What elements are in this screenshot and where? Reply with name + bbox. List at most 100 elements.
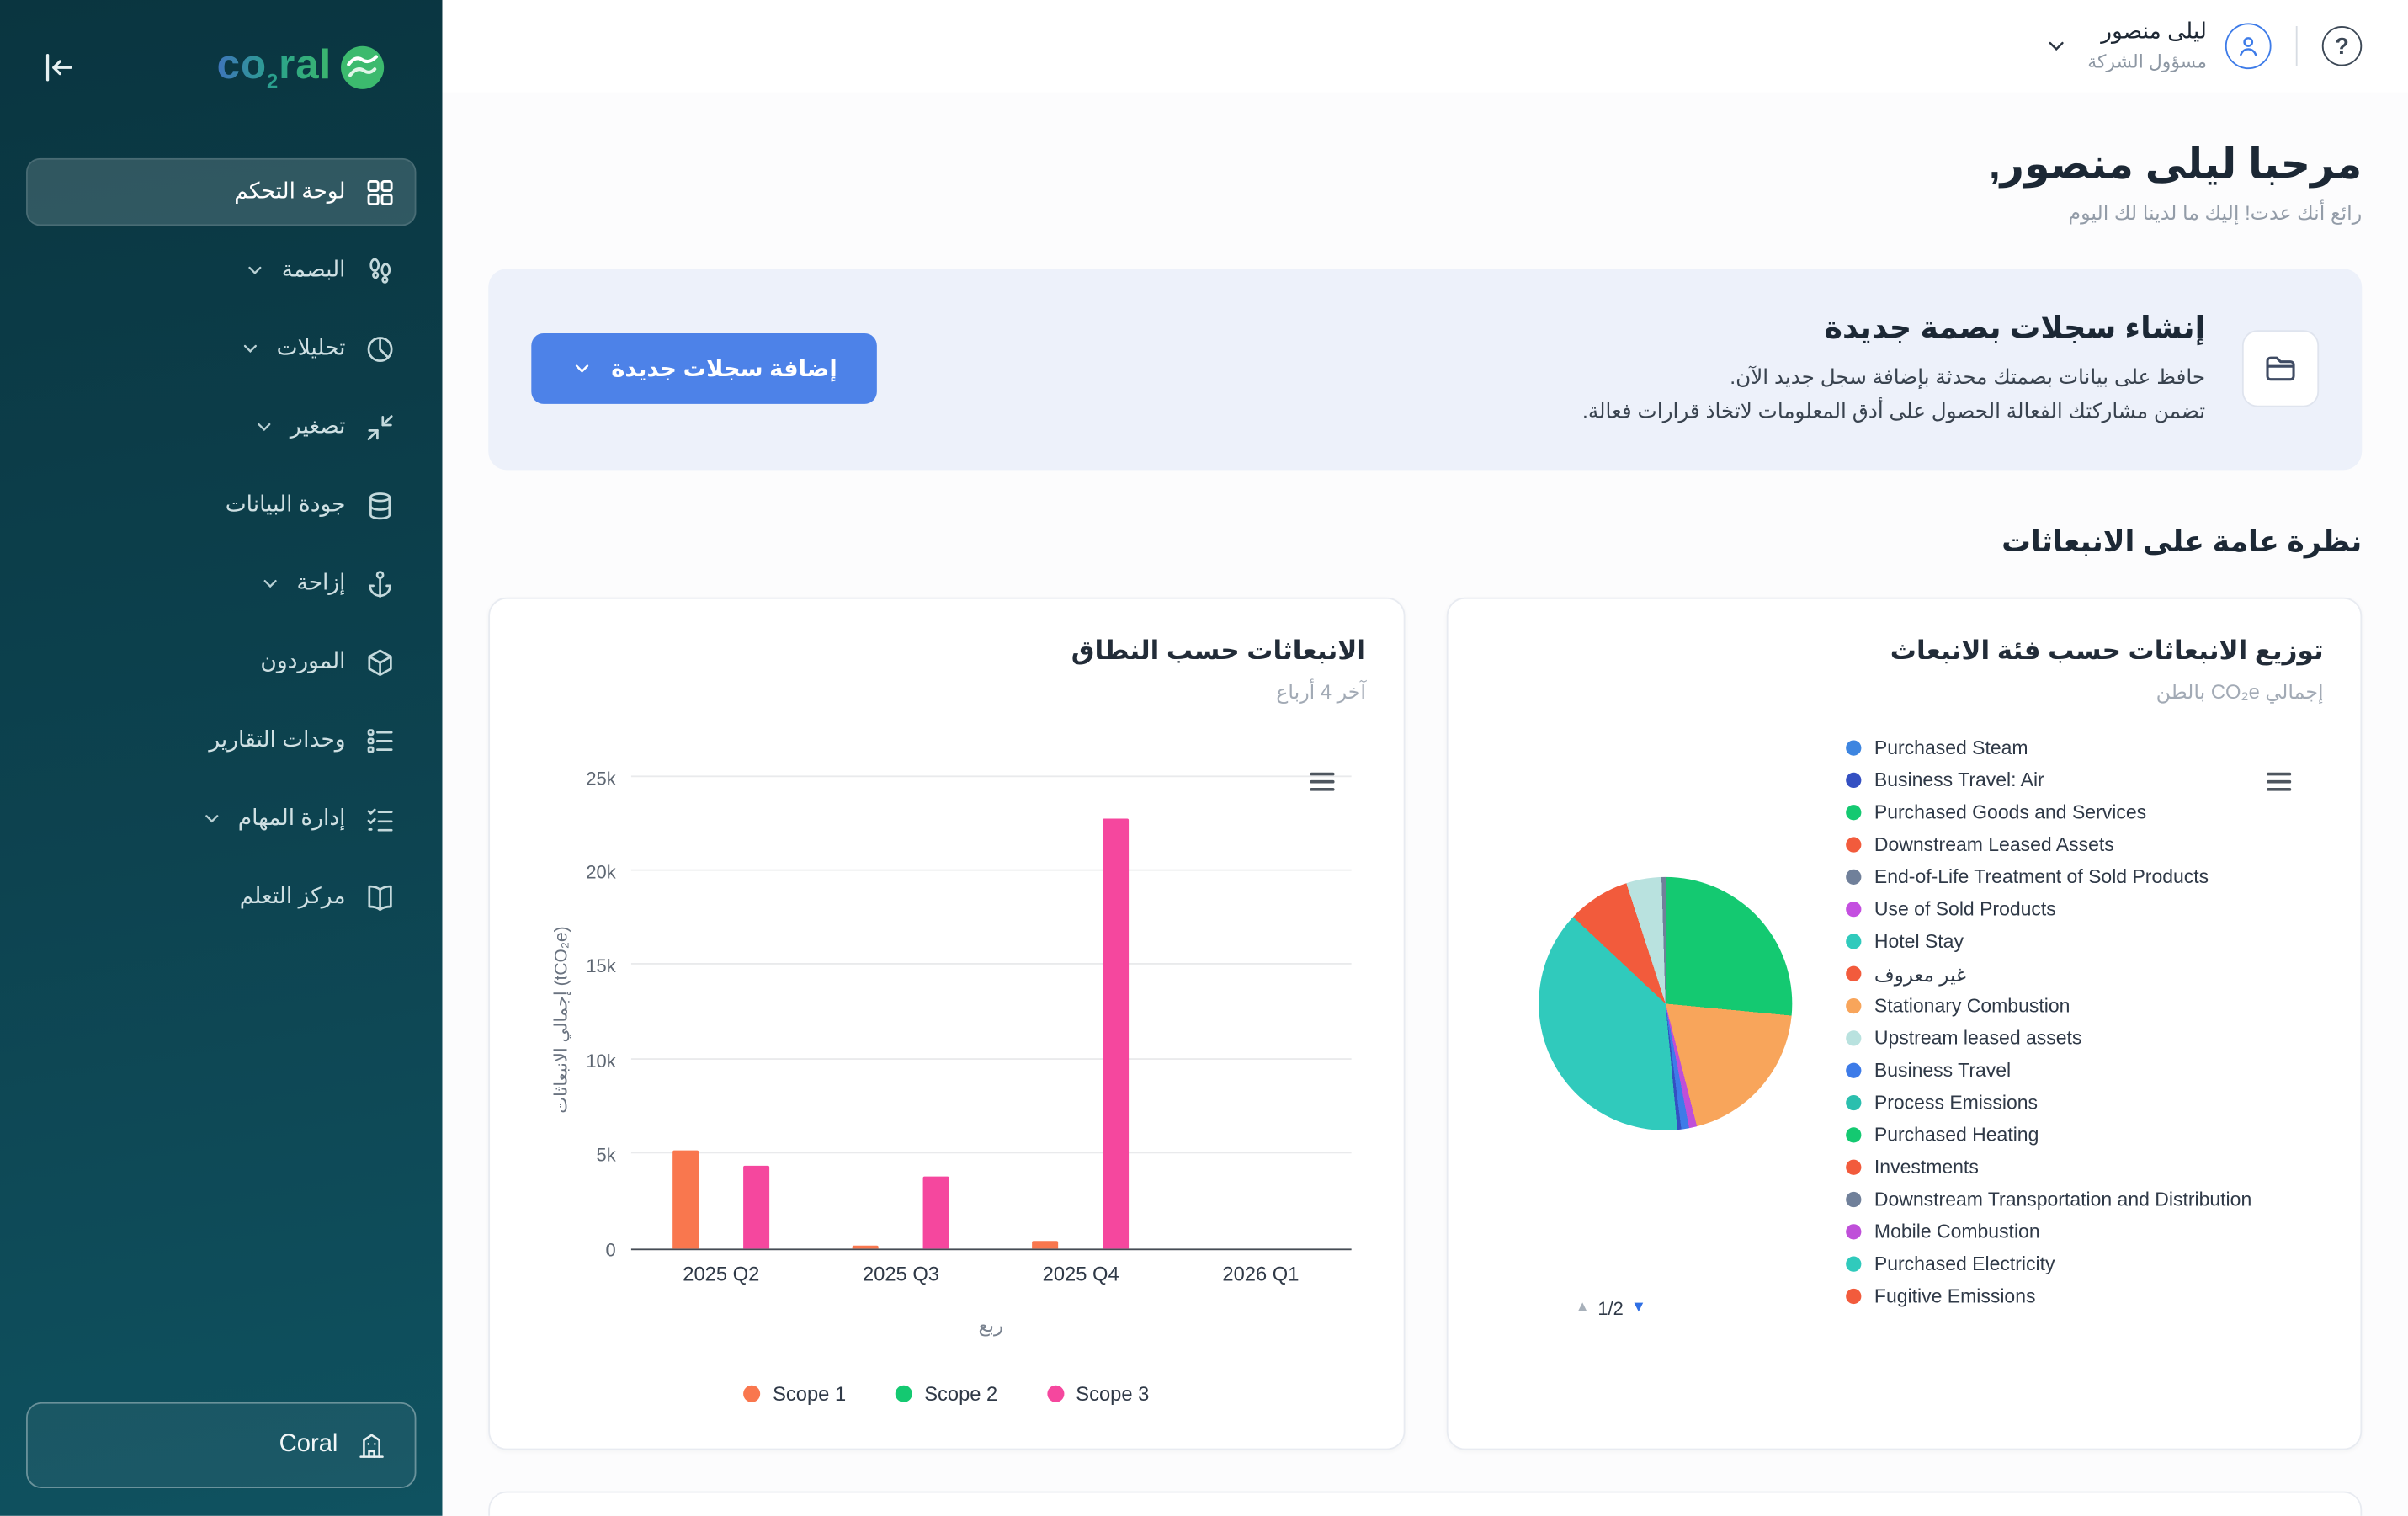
logo-wave-icon	[338, 43, 386, 92]
emissions-by-scope-card: الانبعاثات حسب النطاق آخر 4 أرباع إجمالي…	[488, 597, 1404, 1450]
pie-body: Purchased SteamBusiness Travel: Air Purch…	[1484, 729, 2323, 1312]
sidebar-item-label: مركز التعلم	[240, 885, 346, 909]
bar-scope-3[interactable]	[923, 1176, 949, 1247]
legend-dot	[1845, 1224, 1860, 1239]
sidebar-org-switcher[interactable]: Coral	[26, 1402, 416, 1488]
legend-label: Business Travel	[1874, 1060, 2011, 1082]
legend-item[interactable]: Purchased Steam	[1845, 731, 2323, 763]
legend-item[interactable]: Purchased Goods and Services	[1845, 796, 2323, 828]
sidebar-item-label: إدارة المهام	[238, 806, 346, 831]
legend-item[interactable]: Stationary Combustion	[1845, 990, 2323, 1022]
main-area: ? ليلى منصور مسؤول الشركة مرحبا ليلى منص…	[442, 0, 2407, 1516]
legend-label: Hotel Stay	[1874, 931, 1964, 953]
sidebar-item-dashboard[interactable]: لوحة التحكم	[26, 158, 416, 226]
legend-label: Purchased Goods and Services	[1874, 801, 2146, 823]
bar-group-q4	[991, 778, 1171, 1247]
bar-scope-1[interactable]	[1033, 1241, 1059, 1248]
scope-label: Scope 2	[924, 1381, 997, 1404]
collapse-sidebar-icon[interactable]	[40, 49, 77, 86]
sidebar-item-task-management[interactable]: إدارة المهام	[26, 785, 416, 852]
create-records-banner: إنشاء سجلات بصمة جديدة حافظ على بيانات ب…	[488, 269, 2362, 469]
legend-dot	[1845, 870, 1860, 885]
legend-dot	[1845, 1127, 1860, 1142]
legend-dot	[1845, 902, 1860, 917]
pie-chart[interactable]	[1538, 876, 1791, 1130]
sidebar-item-analytics[interactable]: تحليلات	[26, 315, 416, 382]
legend-item[interactable]: Process Emissions	[1845, 1087, 2323, 1119]
legend-label: Use of Sold Products	[1874, 898, 2056, 920]
list-icon	[364, 724, 396, 756]
sidebar-item-footprint[interactable]: البصمة	[26, 237, 416, 304]
checklist-icon	[364, 802, 396, 834]
sidebar-item-reduce[interactable]: تصغير	[26, 393, 416, 460]
user-menu[interactable]: ليلى منصور مسؤول الشركة	[2044, 19, 2271, 73]
legend-item-scope-3[interactable]: Scope 3	[1047, 1381, 1150, 1404]
y-tick-label: 20k	[586, 861, 615, 883]
pie-column	[1484, 729, 1845, 1312]
user-avatar-icon	[2225, 23, 2272, 69]
legend-label: Process Emissions	[1874, 1092, 2038, 1114]
bar-scope-1[interactable]	[853, 1245, 879, 1247]
y-ticks: 05k10k15k20k25k	[564, 778, 631, 1249]
sidebar-item-label: لوحة التحكم	[234, 179, 345, 204]
legend-item-scope-2[interactable]: Scope 2	[896, 1381, 998, 1404]
package-icon	[364, 646, 396, 678]
bar-scope-3[interactable]	[1103, 818, 1130, 1248]
sidebar-item-offset[interactable]: إزاحة	[26, 550, 416, 617]
legend-item[interactable]: End-of-Life Treatment of Sold Products	[1845, 861, 2323, 893]
bar-scope-3[interactable]	[743, 1165, 769, 1248]
help-icon[interactable]: ?	[2322, 26, 2362, 66]
page-subtitle: رائع أنك عدت! إليك ما لدينا لك اليوم	[488, 201, 2362, 226]
sidebar-item-learning-center[interactable]: مركز التعلم	[26, 863, 416, 930]
chevron-down-icon	[245, 259, 267, 281]
legend-item[interactable]: Business Travel	[1845, 1055, 2323, 1087]
x-tick-label: 2025 Q4	[991, 1262, 1171, 1285]
bar-card-subtitle: آخر 4 أرباع	[527, 679, 1366, 704]
legend-item[interactable]: Hotel Stay	[1845, 925, 2323, 957]
legend-page-down-icon[interactable]: ▼	[1631, 1300, 1646, 1317]
sidebar-item-data-quality[interactable]: جودة البيانات	[26, 471, 416, 539]
legend-dot	[1845, 805, 1860, 820]
scope-dot	[896, 1385, 912, 1402]
legend-dot	[1845, 934, 1860, 949]
legend-item[interactable]: Downstream Leased Assets	[1845, 828, 2323, 860]
legend-item[interactable]: Purchased Electricity	[1845, 1248, 2323, 1280]
chart-context-menu-icon[interactable]	[2267, 770, 2291, 800]
pie-legend: Purchased SteamBusiness Travel: Air Purch…	[1845, 729, 2323, 1312]
sidebar-item-label: تحليلات	[277, 337, 346, 361]
legend-item[interactable]: Use of Sold Products	[1845, 893, 2323, 925]
open-book-icon	[364, 880, 396, 912]
legend-item-scope-1[interactable]: Scope 1	[743, 1381, 846, 1404]
legend-label: Mobile Combustion	[1874, 1221, 2040, 1243]
minimize-arrows-icon	[364, 411, 396, 443]
legend-item[interactable]: Business Travel: Air	[1845, 764, 2323, 796]
logo-text: co2ral	[217, 42, 332, 93]
legend-label: Downstream Leased Assets	[1874, 834, 2114, 856]
legend-item[interactable]: غير معروف	[1845, 958, 2323, 990]
sidebar-item-suppliers[interactable]: الموردون	[26, 628, 416, 695]
y-axis-title-column: إجمالي الانبعاثات (tCO₂e)	[527, 778, 564, 1249]
legend-dot	[1845, 1160, 1860, 1175]
add-records-button[interactable]: إضافة سجلات جديدة	[531, 333, 877, 404]
legend-item[interactable]: Upstream leased assets	[1845, 1022, 2323, 1054]
sidebar-item-label: وحدات التقارير	[209, 728, 345, 753]
legend-page-label: 1/2	[1597, 1297, 1623, 1319]
anchor-icon	[364, 567, 396, 599]
emissions-overview-title: نظرة عامة على الانبعاثات	[488, 524, 2362, 560]
legend-page-up-icon[interactable]: ▲	[1575, 1300, 1590, 1317]
legend-label: غير معروف	[1874, 962, 1966, 985]
banner-text: إنشاء سجلات بصمة جديدة حافظ على بيانات ب…	[1582, 309, 2205, 429]
legend-item[interactable]: Purchased Heating	[1845, 1119, 2323, 1151]
legend-dot	[1845, 966, 1860, 981]
legend-item[interactable]: Fugitive Emissions	[1845, 1280, 2323, 1312]
footprint-icon	[364, 254, 396, 286]
sidebar-item-reporting-units[interactable]: وحدات التقارير	[26, 706, 416, 774]
y-tick-label: 15k	[586, 956, 615, 978]
legend-item[interactable]: Investments	[1845, 1152, 2323, 1184]
bar-scope-1[interactable]	[672, 1150, 699, 1247]
legend-item[interactable]: Downstream Transportation and Distributi…	[1845, 1184, 2323, 1215]
legend-dot	[1845, 837, 1860, 852]
banner-line-1: حافظ على بيانات بصمتك محدثة بإضافة سجل ج…	[1582, 361, 2205, 396]
scope-dot	[1047, 1385, 1064, 1402]
legend-item[interactable]: Mobile Combustion	[1845, 1215, 2323, 1247]
